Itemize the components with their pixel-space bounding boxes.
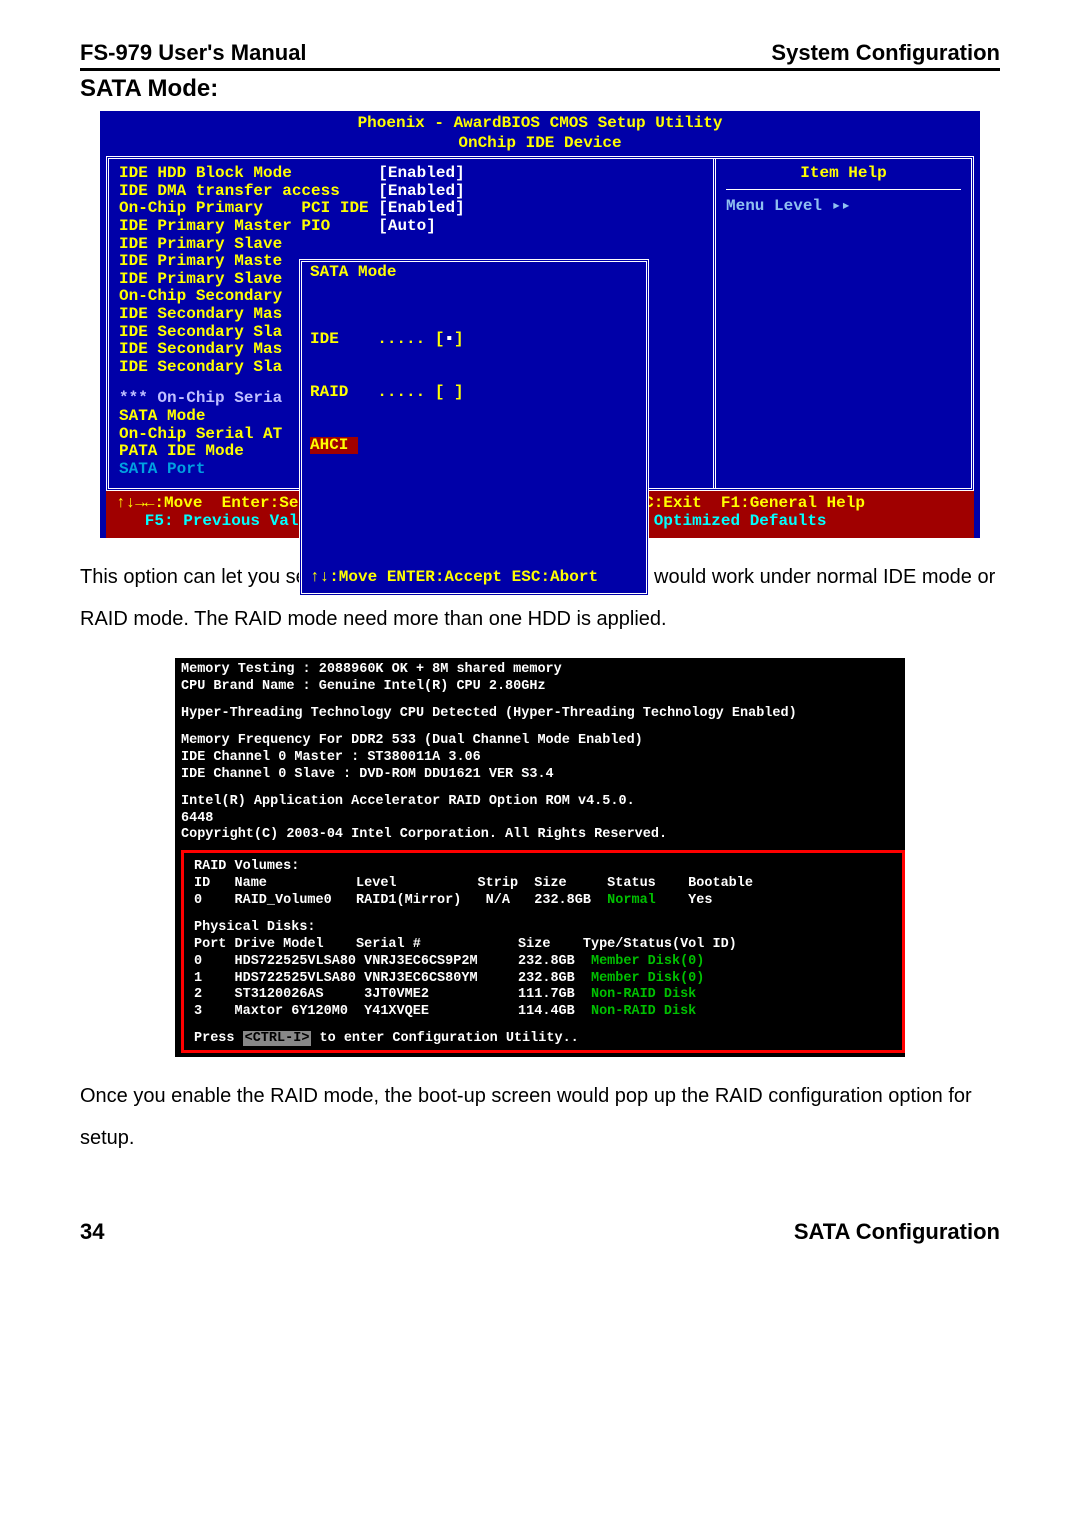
post-memfreq: Memory Frequency For DDR2 533 (Dual Chan…: [181, 733, 905, 750]
dialog-option-ide[interactable]: IDE ..... [▪]: [310, 331, 638, 349]
footer-section: SATA Configuration: [794, 1219, 1000, 1245]
setting-label: On-Chip Primary PCI IDE: [119, 199, 378, 217]
post-num: 6448: [181, 811, 905, 828]
setting-label: IDE Primary Maste: [119, 252, 282, 270]
post-ht: Hyper-Threading Technology CPU Detected …: [181, 706, 905, 723]
press-ctrl-i: Press <CTRL-I> to enter Configuration Ut…: [194, 1031, 898, 1048]
dialog-title: SATA Mode: [310, 264, 638, 282]
bios-body: IDE HDD Block Mode [Enabled] IDE DMA tra…: [106, 156, 974, 491]
setting-label: IDE HDD Block Mode: [119, 164, 378, 182]
setting-label: IDE Secondary Mas: [119, 340, 282, 358]
menu-level: Menu Level ▸▸: [726, 198, 961, 216]
setting-value: [Enabled]: [378, 164, 464, 182]
bios-screenshot: Phoenix - AwardBIOS CMOS Setup Utility O…: [100, 111, 980, 538]
sata-mode-dialog: SATA Mode IDE ..... [▪] RAID ..... [ ] A…: [299, 259, 649, 596]
raid-volumes-columns: ID Name Level Strip Size Status Bootable: [194, 876, 898, 893]
post-ide0m: IDE Channel 0 Master : ST380011A 3.06: [181, 750, 905, 767]
physical-disk-row: 3 Maxtor 6Y120M0 Y41XVQEE 114.4GB Non-RA…: [194, 1004, 898, 1021]
bios-title: Phoenix - AwardBIOS CMOS Setup Utility: [100, 111, 980, 135]
dialog-option-raid[interactable]: RAID ..... [ ]: [310, 384, 638, 402]
setting-label: IDE DMA transfer access: [119, 182, 378, 200]
physical-disks-columns: Port Drive Model Serial # Size Type/Stat…: [194, 937, 898, 954]
setting-value: [Enabled]: [378, 182, 464, 200]
setting-value: [Enabled]: [378, 199, 464, 217]
dialog-footer: ↑↓:Move ENTER:Accept ESC:Abort: [310, 569, 638, 587]
setting-label: On-Chip Secondary: [119, 287, 282, 305]
setting-label: IDE Secondary Sla: [119, 323, 282, 341]
post-copyright: Copyright(C) 2003-04 Intel Corporation. …: [181, 827, 905, 844]
bios-subtitle: OnChip IDE Device: [100, 135, 980, 157]
post-ide0s: IDE Channel 0 Slave : DVD-ROM DDU1621 VE…: [181, 767, 905, 784]
setting-label: IDE Primary Slave: [119, 270, 282, 288]
page-number: 34: [80, 1219, 104, 1245]
setting-value: [Auto]: [378, 217, 436, 235]
setting-label: IDE Secondary Sla: [119, 358, 282, 376]
physical-disk-row: 1 HDS722525VLSA80 VNRJ3EC6CS80YM 232.8GB…: [194, 971, 898, 988]
setting-label: IDE Secondary Mas: [119, 305, 282, 323]
page-header: FS-979 User's Manual System Configuratio…: [80, 40, 1000, 71]
setting-label: IDE Primary Slave: [119, 235, 282, 253]
dialog-option-ahci[interactable]: AHCI: [310, 437, 358, 455]
raid-volumes-header: RAID Volumes:: [194, 859, 898, 876]
chapter-title: System Configuration: [771, 40, 1000, 66]
section-title: SATA Mode:: [80, 75, 1000, 103]
bios-right-pane: Item Help Menu Level ▸▸: [716, 159, 971, 488]
physical-disk-row: 0 HDS722525VLSA80 VNRJ3EC6CS9P2M 232.8GB…: [194, 954, 898, 971]
page-footer: 34 SATA Configuration: [80, 1219, 1000, 1245]
item-help-title: Item Help: [726, 165, 961, 190]
manual-title: FS-979 User's Manual: [80, 40, 307, 66]
post-screenshot: Memory Testing : 2088960K OK + 8M shared…: [175, 658, 905, 1057]
post-accel: Intel(R) Application Accelerator RAID Op…: [181, 794, 905, 811]
paragraph-2: Once you enable the RAID mode, the boot-…: [80, 1075, 1000, 1159]
physical-disk-row: 2 ST3120026AS 3JT0VME2 111.7GB Non-RAID …: [194, 987, 898, 1004]
physical-disks-header: Physical Disks:: [194, 920, 898, 937]
bios-left-pane: IDE HDD Block Mode [Enabled] IDE DMA tra…: [109, 159, 716, 488]
post-cpu: CPU Brand Name : Genuine Intel(R) CPU 2.…: [181, 679, 905, 696]
post-mem: Memory Testing : 2088960K OK + 8M shared…: [181, 662, 905, 679]
raid-info-box: RAID Volumes: ID Name Level Strip Size S…: [181, 850, 905, 1053]
setting-label: IDE Primary Master PIO: [119, 217, 378, 235]
